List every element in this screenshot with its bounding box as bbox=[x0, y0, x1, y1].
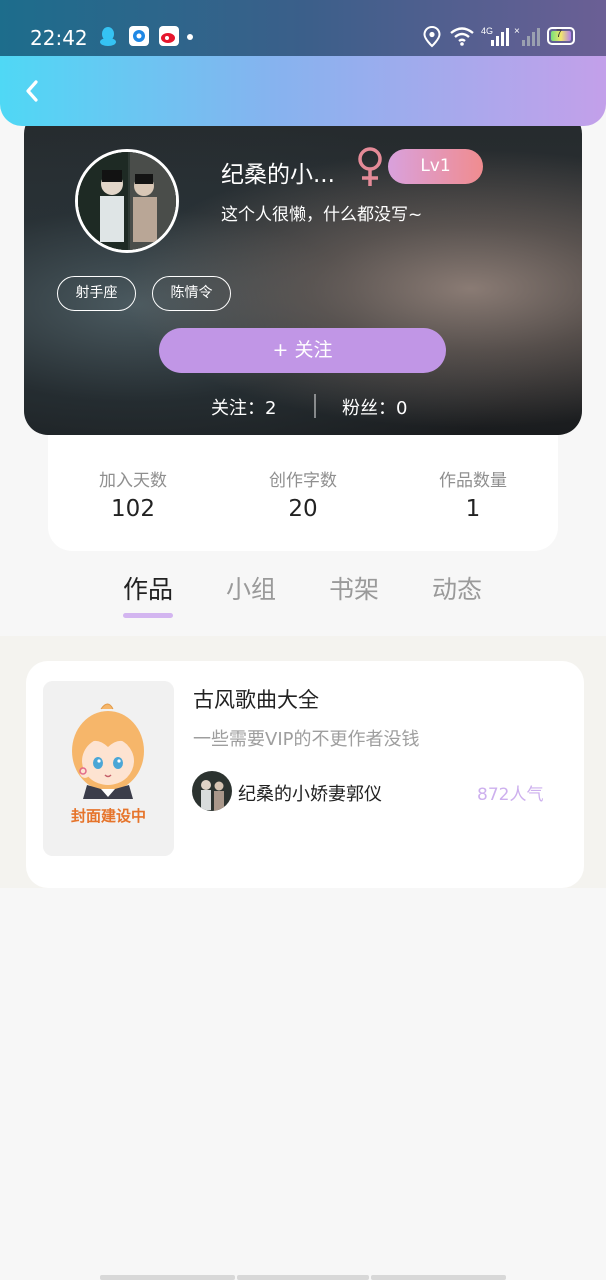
battery-level: 7 bbox=[556, 28, 563, 40]
author-avatar-image bbox=[192, 771, 232, 811]
stat-label: 作品数量 bbox=[439, 471, 507, 491]
more-notifications-icon bbox=[187, 34, 193, 40]
cellular-4g-icon: 4G bbox=[481, 26, 509, 46]
chevron-left-icon bbox=[26, 80, 38, 102]
work-description: 一些需要VIP的不更作者没钱 bbox=[193, 729, 420, 750]
svg-text:×: × bbox=[514, 26, 520, 37]
following-count[interactable]: 关注：2 bbox=[211, 394, 276, 420]
follow-stats: 关注：2 粉丝：0 bbox=[24, 394, 582, 420]
avatar-image bbox=[78, 152, 176, 250]
author-avatar[interactable] bbox=[192, 771, 232, 811]
follow-button[interactable]: + 关注 bbox=[159, 328, 446, 373]
wifi-icon bbox=[450, 27, 474, 46]
work-cover[interactable]: 封面建设中 bbox=[43, 681, 174, 856]
svg-text:4G: 4G bbox=[481, 26, 493, 36]
username: 纪桑的小... bbox=[221, 162, 335, 188]
stat-value: 1 bbox=[465, 496, 481, 522]
stat-value: 102 bbox=[111, 496, 155, 522]
tab-activity[interactable]: 动态 bbox=[432, 570, 482, 606]
stat-join-days: 加入天数 102 bbox=[48, 466, 218, 522]
profile-card: 纪桑的小... Lv1 这个人很懒，什么都没写~ 射手座 陈情令 + 关注 关注… bbox=[24, 110, 582, 435]
stat-label: 创作字数 bbox=[269, 471, 337, 491]
profile-tabs: 作品 小组 书架 动态 bbox=[0, 566, 606, 636]
weibo-icon bbox=[159, 26, 179, 46]
stat-value: 20 bbox=[288, 496, 318, 522]
tag-zodiac[interactable]: 射手座 bbox=[57, 276, 136, 311]
stat-label: 加入天数 bbox=[99, 471, 167, 491]
cover-placeholder-text: 封面建设中 bbox=[70, 807, 146, 825]
cover-placeholder-illustration bbox=[43, 681, 174, 856]
battery-icon: 7 bbox=[547, 27, 575, 45]
qq-icon bbox=[100, 27, 116, 46]
tab-bookshelf[interactable]: 书架 bbox=[329, 570, 379, 606]
location-icon bbox=[423, 26, 441, 48]
status-time: 22:42 bbox=[30, 26, 88, 50]
stat-works-count: 作品数量 1 bbox=[388, 466, 558, 522]
tag-drama[interactable]: 陈情令 bbox=[152, 276, 231, 311]
stat-word-count: 创作字数 20 bbox=[218, 466, 388, 522]
tab-groups[interactable]: 小组 bbox=[226, 570, 276, 606]
female-icon bbox=[358, 147, 382, 186]
work-card[interactable]: 封面建设中 古风歌曲大全 一些需要VIP的不更作者没钱 纪桑的小娇妻郭仪 872… bbox=[26, 661, 584, 888]
popularity-count: 872人气 bbox=[477, 785, 544, 805]
cellular-no-signal-icon: × bbox=[514, 26, 540, 46]
author-name[interactable]: 纪桑的小娇妻郭仪 bbox=[238, 780, 382, 806]
works-list: 封面建设中 古风歌曲大全 一些需要VIP的不更作者没钱 纪桑的小娇妻郭仪 872… bbox=[0, 636, 606, 888]
app-notification-icon bbox=[129, 26, 149, 46]
active-tab-indicator bbox=[123, 613, 173, 618]
fans-count[interactable]: 粉丝：0 bbox=[342, 394, 407, 420]
bottom-gesture-hint bbox=[100, 1275, 506, 1280]
tab-works[interactable]: 作品 bbox=[123, 570, 173, 606]
work-title[interactable]: 古风歌曲大全 bbox=[193, 684, 319, 714]
bio-text: 这个人很懒，什么都没写~ bbox=[221, 205, 423, 225]
follow-stats-divider bbox=[314, 394, 316, 418]
status-bar: 22:42 4G × 7 bbox=[0, 0, 606, 56]
avatar[interactable] bbox=[75, 149, 179, 253]
back-button[interactable] bbox=[18, 74, 48, 108]
level-badge: Lv1 bbox=[388, 149, 483, 184]
